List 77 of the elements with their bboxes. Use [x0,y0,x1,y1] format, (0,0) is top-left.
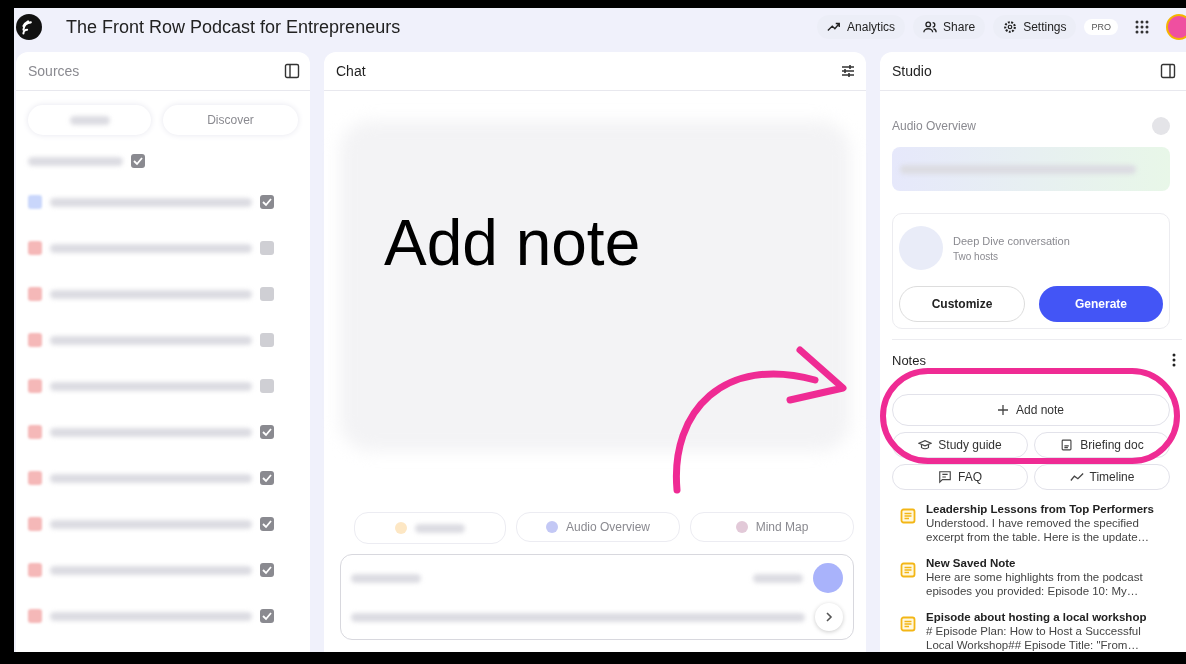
chat-bubble-icon [938,470,952,484]
discover-button[interactable]: Discover [163,105,298,135]
note-item[interactable]: Leadership Lessons from Top Performers Understood. I have removed the specified excerpt from the table. Here is the update… [892,502,1170,544]
note-preview: Understood. I have removed the specified excerpt from the table. Here is the update… [926,516,1151,544]
checkbox[interactable] [260,379,274,393]
customize-button[interactable]: Customize [899,286,1025,322]
pdf-icon [28,333,42,347]
checkbox[interactable] [260,241,274,255]
timeline-button[interactable]: Timeline [1034,464,1170,490]
checkbox[interactable] [260,471,274,485]
note-title: New Saved Note [926,556,1017,570]
plus-icon [997,405,1008,415]
pro-badge: PRO [1084,19,1118,35]
pdf-icon [28,471,42,485]
checkbox[interactable] [260,425,274,439]
note-preview: # Episode Plan: How to Host a Successful Local Workshop## Episode Title: "From… [926,624,1142,652]
section-title: Audio Overview [892,119,977,133]
send-button[interactable] [813,563,843,593]
panel-title: Chat [336,63,366,79]
next-suggestion-button[interactable] [815,603,843,631]
note-title: Leadership Lessons from Top Performers [926,502,1155,516]
blurred-text [753,573,803,583]
card-subtitle: Two hosts [953,250,1000,262]
tune-icon[interactable] [840,63,856,79]
chevron-right-icon [824,612,834,622]
pdf-icon [28,379,42,393]
study-guide-button[interactable]: Study guide [892,432,1028,458]
card-title: Deep Dive conversation [953,234,1070,247]
panel-toggle-icon[interactable] [284,63,300,79]
apps-grid-icon[interactable] [1134,19,1150,35]
checkbox[interactable] [260,195,274,209]
section-title: Notes [892,352,926,368]
checkbox[interactable] [260,287,274,301]
notebook-title: The Front Row Podcast for Entrepreneurs [66,16,401,38]
panel-title: Studio [892,63,932,79]
note-icon [900,508,916,524]
generate-button[interactable]: Generate [1039,286,1163,322]
pdf-icon [28,287,42,301]
graduation-cap-icon [918,438,933,452]
trend-icon [1069,470,1084,484]
annotation-caption: Add note [384,206,641,280]
pdf-icon [28,425,42,439]
document-icon [28,195,42,209]
more-icon[interactable] [1172,353,1176,367]
checkbox[interactable] [260,563,274,577]
people-icon [923,20,938,34]
analytics-button[interactable]: Analytics [817,15,906,39]
podcast-logo[interactable] [16,14,42,40]
pdf-icon [28,241,42,255]
audio-overview-chip[interactable]: Audio Overview [516,512,680,542]
note-title: Episode about hosting a local workshop [926,610,1148,624]
settings-icon [1003,20,1018,34]
blurred-text [351,573,421,583]
panel-toggle-icon[interactable] [1160,63,1176,79]
pdf-icon [28,563,42,577]
note-icon [900,562,916,578]
briefing-doc-button[interactable]: Briefing doc [1034,432,1170,458]
checkbox[interactable] [260,333,274,347]
avatar[interactable] [1166,14,1186,40]
faq-button[interactable]: FAQ [892,464,1028,490]
add-note-button[interactable]: Add note [892,394,1170,426]
document-icon [1060,438,1075,452]
settings-button[interactable]: Settings [993,15,1077,39]
mind-map-chip[interactable]: Mind Map [690,512,854,542]
note-item[interactable]: Episode about hosting a local workshop # Episode Plan: How to Host a Successful Local Workshop## Episode Title: "From… [892,610,1170,652]
trend-icon [827,20,842,34]
panel-title: Sources [28,63,80,79]
share-button[interactable]: Share [913,15,986,39]
note-item[interactable]: New Saved Note Here are some highlights from the podcast episodes you provided: Episode 10: My… [892,556,1170,598]
pdf-icon [28,517,42,531]
chat-input[interactable] [340,554,854,640]
checkbox[interactable] [131,154,145,168]
note-icon [900,616,916,632]
checkbox[interactable] [260,609,274,623]
pdf-icon [28,609,42,623]
checkbox[interactable] [260,517,274,531]
note-preview: Here are some highlights from the podcast episodes you provided: Episode 10: My… [926,570,1144,598]
